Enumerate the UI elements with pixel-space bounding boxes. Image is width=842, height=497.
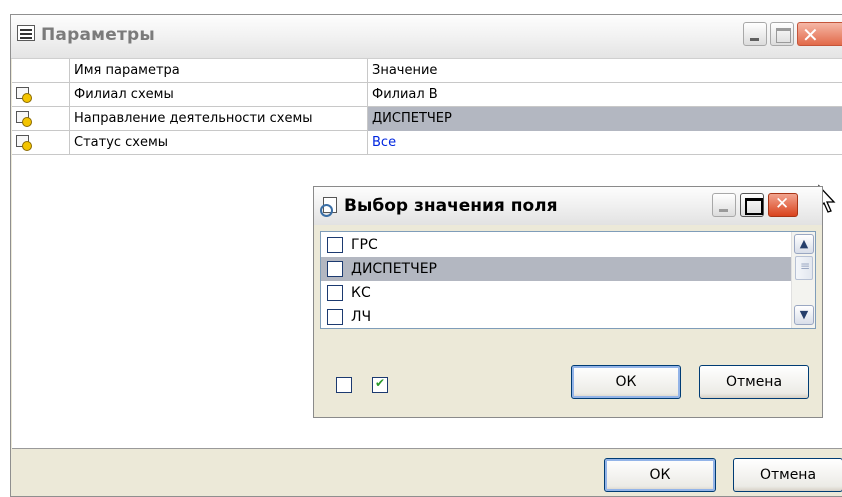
- chevron-down-icon[interactable]: ▼: [794, 305, 814, 325]
- list-window-icon: [17, 25, 35, 41]
- item-checkbox[interactable]: [327, 285, 343, 301]
- popup-ok-button[interactable]: ОК: [571, 365, 681, 399]
- param-value-cell[interactable]: Все: [368, 131, 842, 155]
- magnifier-document-icon: [320, 197, 338, 217]
- popup-maximize-button[interactable]: [740, 193, 764, 217]
- grid-header-row: Имя параметра Значение: [12, 59, 842, 83]
- key-parameter-icon: [16, 111, 32, 127]
- popup-minimize-button[interactable]: [712, 193, 736, 217]
- item-checkbox[interactable]: [327, 309, 343, 325]
- item-label: ДИСПЕТЧЕР: [351, 261, 437, 277]
- item-checkbox[interactable]: [327, 237, 343, 253]
- ok-button[interactable]: ОК: [604, 458, 716, 492]
- header-value[interactable]: Значение: [368, 59, 842, 83]
- maximize-button[interactable]: [770, 22, 794, 46]
- param-value-cell[interactable]: Филиал В: [368, 83, 842, 107]
- window-title: Параметры: [41, 25, 155, 45]
- item-label: ГРС: [351, 237, 378, 253]
- param-value-link[interactable]: Все: [372, 135, 396, 150]
- header-param-name[interactable]: Имя параметра: [70, 59, 368, 83]
- table-row[interactable]: Филиал схемы Филиал В: [12, 83, 842, 107]
- param-value-cell[interactable]: ДИСПЕТЧЕР: [368, 107, 842, 131]
- list-item[interactable]: ДИСПЕТЧЕР: [321, 257, 791, 281]
- field-value-picker-dialog: Выбор значения поля ГРС ДИСПЕТЧЕР КС ЛЧ …: [313, 186, 823, 418]
- close-button[interactable]: [797, 22, 842, 47]
- scrollbar-thumb[interactable]: [795, 256, 813, 280]
- list-item[interactable]: ЛЧ: [321, 305, 791, 328]
- item-label: КС: [351, 285, 371, 301]
- minimize-button[interactable]: [743, 22, 767, 46]
- header-icon-column: [12, 59, 70, 83]
- key-parameter-icon: [16, 135, 32, 151]
- value-list[interactable]: ГРС ДИСПЕТЧЕР КС ЛЧ ▲ ▼: [320, 231, 816, 329]
- row-icon-cell: [12, 83, 70, 107]
- item-checkbox[interactable]: [327, 261, 343, 277]
- window-titlebar[interactable]: Параметры: [11, 15, 842, 59]
- cancel-button[interactable]: Отмена: [733, 458, 842, 492]
- param-name-cell[interactable]: Направление деятельности схемы: [70, 107, 368, 131]
- chevron-up-icon[interactable]: ▲: [794, 234, 814, 254]
- list-scrollbar[interactable]: ▲ ▼: [791, 232, 815, 328]
- popup-close-button[interactable]: [768, 193, 798, 217]
- popup-title: Выбор значения поля: [344, 196, 558, 216]
- select-none-checkbox[interactable]: [336, 377, 352, 393]
- item-label: ЛЧ: [351, 309, 372, 325]
- list-item[interactable]: КС: [321, 281, 791, 305]
- table-row[interactable]: Направление деятельности схемы ДИСПЕТЧЕР: [12, 107, 842, 131]
- key-parameter-icon: [16, 87, 32, 103]
- list-item[interactable]: ГРС: [321, 233, 791, 257]
- row-icon-cell: [12, 131, 70, 155]
- table-row[interactable]: Статус схемы Все: [12, 131, 842, 155]
- row-icon-cell: [12, 107, 70, 131]
- popup-cancel-button[interactable]: Отмена: [699, 365, 809, 399]
- param-name-cell[interactable]: Филиал схемы: [70, 83, 368, 107]
- popup-titlebar[interactable]: Выбор значения поля: [314, 187, 822, 225]
- select-all-checkbox[interactable]: [372, 376, 388, 393]
- param-name-cell[interactable]: Статус схемы: [70, 131, 368, 155]
